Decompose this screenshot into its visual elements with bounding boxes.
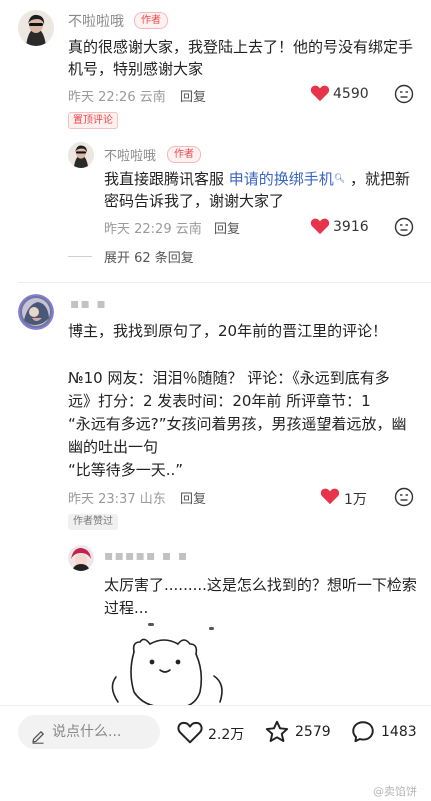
reply-button[interactable]: 回复 (180, 488, 206, 507)
comment-total: 1483 (381, 724, 417, 740)
comment-date: 昨天 23:37 山东 (68, 492, 166, 507)
like-icon[interactable] (177, 720, 203, 744)
comment-text-line: “永远有多远?”女孩问着男孩，男孩遥望着远放，幽 (68, 415, 407, 433)
reply-text-line: 密码告诉我了，谢谢大家了 (104, 192, 285, 210)
dash-mark (209, 627, 214, 630)
like-count: 1万 (344, 492, 367, 508)
comment-text-line: “比等待多一天..” (68, 461, 184, 479)
star-icon[interactable] (264, 719, 290, 745)
reply-link[interactable]: 申请的换绑手机 (229, 170, 334, 188)
comment-input-placeholder: 说点什么... (52, 724, 122, 740)
username-obscured[interactable]: ▪▪▪▪▪ ▪ ▪ (104, 548, 188, 564)
star-total: 2579 (295, 724, 331, 740)
comment-input[interactable]: 说点什么... (18, 715, 160, 749)
reply-text-line: 过程... (104, 599, 149, 617)
author-tag: 作者 (134, 12, 168, 29)
username[interactable]: 不啦啦哦 (68, 11, 124, 31)
expand-divider (68, 256, 92, 257)
like-count: 4590 (333, 86, 369, 102)
comment-text-line: 机号，特别感谢大家 (68, 60, 204, 78)
pencil-icon (30, 724, 46, 744)
avatar[interactable] (68, 142, 94, 168)
comment-date: 昨天 22:26 云南 (68, 90, 166, 105)
comment-text-line: 远》打分：2 发表时间：20年前 所评章节：1 (68, 392, 371, 410)
dislike-icon[interactable] (394, 84, 414, 104)
author-liked-badge: 作者赞过 (68, 514, 118, 530)
watermark: @卖馅饼 (373, 785, 417, 798)
divider (18, 282, 431, 283)
avatar[interactable] (18, 294, 54, 330)
reply-date: 昨天 22:29 云南 (104, 222, 202, 237)
dash-mark (148, 623, 154, 626)
like-total: 2.2万 (208, 727, 245, 743)
reply-text-line: 太厉害了.........这是怎么找到的？想听一下检索 (104, 576, 417, 594)
avatar[interactable] (18, 10, 54, 46)
heart-icon[interactable] (320, 487, 340, 505)
comment-text-line: 博主，我找到原句了，20年前的晋江里的评论！ (68, 322, 388, 340)
pinned-badge: 置顶评论 (68, 112, 118, 129)
like-count: 3916 (333, 219, 369, 235)
expand-replies-button[interactable]: 展开 62 条回复 (104, 247, 194, 266)
author-tag: 作者 (167, 146, 201, 163)
comment-icon[interactable] (350, 719, 376, 745)
reply-text-prefix: 我直接跟腾讯客服 (104, 170, 229, 188)
comment-text-line: 真的很感谢大家，我登陆上去了！他的号没有绑定手 (68, 38, 414, 56)
search-icon[interactable]: 🔍︎ (334, 174, 345, 184)
comment-text-line: №10 网友：泪泪％随随？ 评论：《永远到底有多 (68, 369, 390, 387)
username-obscured[interactable]: ▪▪ ▪ (70, 296, 107, 312)
avatar[interactable] (68, 545, 94, 571)
heart-icon[interactable] (310, 217, 330, 235)
reply-button[interactable]: 回复 (180, 86, 206, 105)
dislike-icon[interactable] (394, 487, 414, 507)
reply-text-line: 我直接跟腾讯客服 申请的换绑手机🔍︎ ，就把新 (104, 168, 410, 190)
bear-sticker-image[interactable] (104, 622, 240, 707)
dislike-icon[interactable] (394, 217, 414, 237)
comment-text-line: 幽的吐出一句 (68, 438, 159, 456)
username[interactable]: 不啦啦哦 (104, 145, 156, 164)
reply-button[interactable]: 回复 (214, 218, 240, 237)
heart-icon[interactable] (310, 84, 330, 102)
reply-text-suffix: ，就把新 (345, 170, 411, 188)
